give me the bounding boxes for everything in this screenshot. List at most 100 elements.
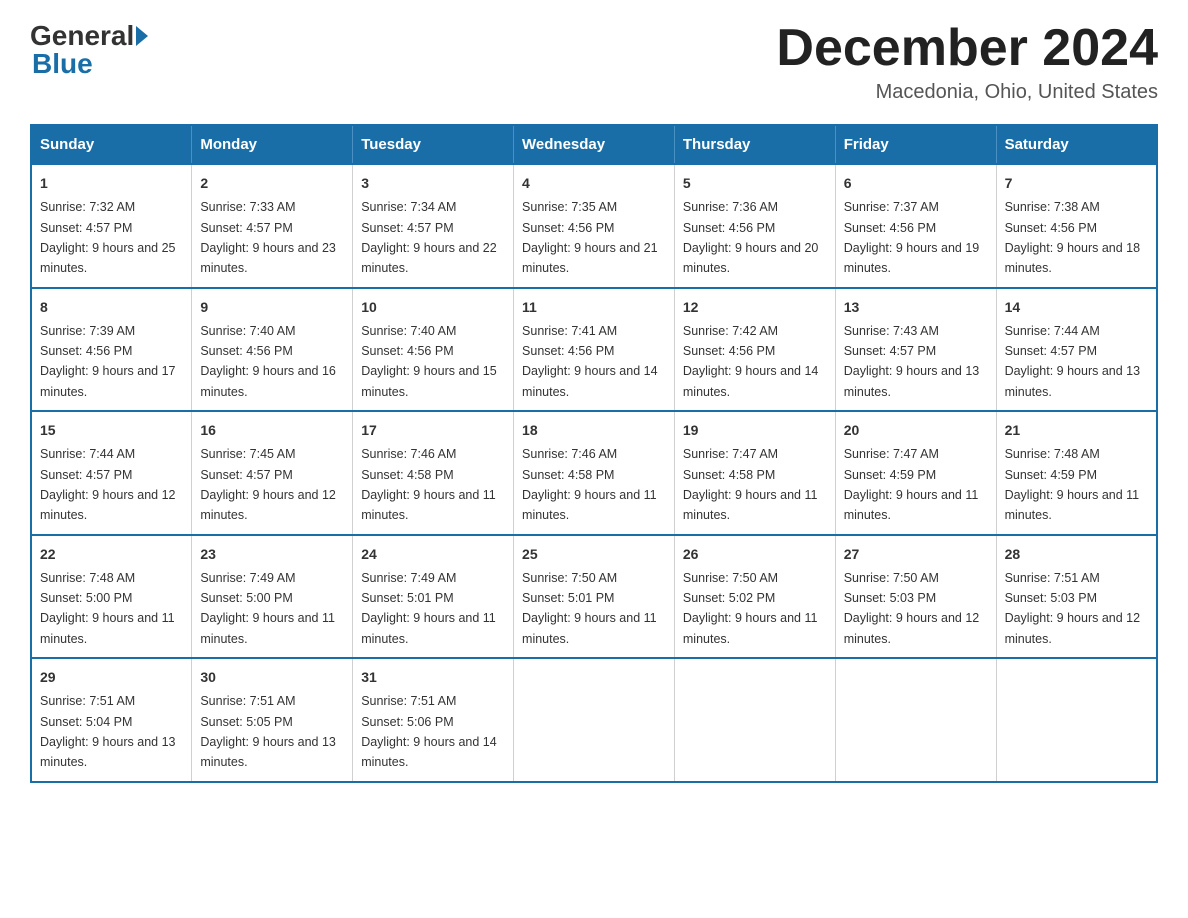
- day-number: 10: [361, 297, 505, 318]
- day-number: 3: [361, 173, 505, 194]
- day-info: Sunrise: 7:44 AMSunset: 4:57 PMDaylight:…: [1005, 324, 1141, 399]
- day-number: 18: [522, 420, 666, 441]
- calendar-week-row: 1 Sunrise: 7:32 AMSunset: 4:57 PMDayligh…: [31, 164, 1157, 288]
- day-number: 24: [361, 544, 505, 565]
- calendar-cell: 31 Sunrise: 7:51 AMSunset: 5:06 PMDaylig…: [353, 658, 514, 782]
- day-number: 16: [200, 420, 344, 441]
- calendar-cell: 7 Sunrise: 7:38 AMSunset: 4:56 PMDayligh…: [996, 164, 1157, 288]
- day-info: Sunrise: 7:40 AMSunset: 4:56 PMDaylight:…: [200, 324, 336, 399]
- weekday-header-wednesday: Wednesday: [514, 125, 675, 164]
- logo-blue: Blue: [32, 48, 93, 80]
- weekday-header-tuesday: Tuesday: [353, 125, 514, 164]
- calendar-cell: 5 Sunrise: 7:36 AMSunset: 4:56 PMDayligh…: [674, 164, 835, 288]
- calendar-cell: 12 Sunrise: 7:42 AMSunset: 4:56 PMDaylig…: [674, 288, 835, 412]
- day-number: 25: [522, 544, 666, 565]
- calendar-cell: 23 Sunrise: 7:49 AMSunset: 5:00 PMDaylig…: [192, 535, 353, 659]
- calendar-cell: 15 Sunrise: 7:44 AMSunset: 4:57 PMDaylig…: [31, 411, 192, 535]
- calendar-cell: 28 Sunrise: 7:51 AMSunset: 5:03 PMDaylig…: [996, 535, 1157, 659]
- day-info: Sunrise: 7:47 AMSunset: 4:58 PMDaylight:…: [683, 447, 818, 522]
- calendar-cell: 29 Sunrise: 7:51 AMSunset: 5:04 PMDaylig…: [31, 658, 192, 782]
- day-info: Sunrise: 7:33 AMSunset: 4:57 PMDaylight:…: [200, 200, 336, 275]
- day-number: 1: [40, 173, 183, 194]
- day-info: Sunrise: 7:46 AMSunset: 4:58 PMDaylight:…: [361, 447, 496, 522]
- calendar-cell: 2 Sunrise: 7:33 AMSunset: 4:57 PMDayligh…: [192, 164, 353, 288]
- logo-arrow-icon: [136, 26, 148, 46]
- day-info: Sunrise: 7:42 AMSunset: 4:56 PMDaylight:…: [683, 324, 819, 399]
- title-section: December 2024 Macedonia, Ohio, United St…: [776, 20, 1158, 104]
- day-info: Sunrise: 7:49 AMSunset: 5:00 PMDaylight:…: [200, 571, 335, 646]
- day-info: Sunrise: 7:38 AMSunset: 4:56 PMDaylight:…: [1005, 200, 1141, 275]
- calendar-cell: 30 Sunrise: 7:51 AMSunset: 5:05 PMDaylig…: [192, 658, 353, 782]
- calendar-cell: [835, 658, 996, 782]
- day-number: 4: [522, 173, 666, 194]
- location-subtitle: Macedonia, Ohio, United States: [776, 81, 1158, 104]
- calendar-cell: [674, 658, 835, 782]
- calendar-cell: 10 Sunrise: 7:40 AMSunset: 4:56 PMDaylig…: [353, 288, 514, 412]
- calendar-week-row: 8 Sunrise: 7:39 AMSunset: 4:56 PMDayligh…: [31, 288, 1157, 412]
- calendar-cell: [514, 658, 675, 782]
- day-info: Sunrise: 7:36 AMSunset: 4:56 PMDaylight:…: [683, 200, 819, 275]
- day-number: 7: [1005, 173, 1148, 194]
- day-info: Sunrise: 7:51 AMSunset: 5:05 PMDaylight:…: [200, 694, 336, 769]
- day-number: 22: [40, 544, 183, 565]
- calendar-cell: 14 Sunrise: 7:44 AMSunset: 4:57 PMDaylig…: [996, 288, 1157, 412]
- month-year-title: December 2024: [776, 20, 1158, 77]
- day-info: Sunrise: 7:50 AMSunset: 5:03 PMDaylight:…: [844, 571, 980, 646]
- weekday-header-thursday: Thursday: [674, 125, 835, 164]
- calendar-cell: 19 Sunrise: 7:47 AMSunset: 4:58 PMDaylig…: [674, 411, 835, 535]
- calendar-cell: 16 Sunrise: 7:45 AMSunset: 4:57 PMDaylig…: [192, 411, 353, 535]
- day-number: 27: [844, 544, 988, 565]
- day-info: Sunrise: 7:46 AMSunset: 4:58 PMDaylight:…: [522, 447, 657, 522]
- calendar-week-row: 29 Sunrise: 7:51 AMSunset: 5:04 PMDaylig…: [31, 658, 1157, 782]
- day-number: 30: [200, 667, 344, 688]
- calendar-cell: 18 Sunrise: 7:46 AMSunset: 4:58 PMDaylig…: [514, 411, 675, 535]
- day-info: Sunrise: 7:34 AMSunset: 4:57 PMDaylight:…: [361, 200, 497, 275]
- day-number: 9: [200, 297, 344, 318]
- calendar-cell: [996, 658, 1157, 782]
- day-number: 29: [40, 667, 183, 688]
- calendar-cell: 22 Sunrise: 7:48 AMSunset: 5:00 PMDaylig…: [31, 535, 192, 659]
- day-number: 21: [1005, 420, 1148, 441]
- day-info: Sunrise: 7:45 AMSunset: 4:57 PMDaylight:…: [200, 447, 336, 522]
- calendar-cell: 24 Sunrise: 7:49 AMSunset: 5:01 PMDaylig…: [353, 535, 514, 659]
- day-info: Sunrise: 7:48 AMSunset: 4:59 PMDaylight:…: [1005, 447, 1140, 522]
- calendar-cell: 25 Sunrise: 7:50 AMSunset: 5:01 PMDaylig…: [514, 535, 675, 659]
- day-number: 23: [200, 544, 344, 565]
- day-info: Sunrise: 7:44 AMSunset: 4:57 PMDaylight:…: [40, 447, 176, 522]
- day-info: Sunrise: 7:47 AMSunset: 4:59 PMDaylight:…: [844, 447, 979, 522]
- day-info: Sunrise: 7:51 AMSunset: 5:03 PMDaylight:…: [1005, 571, 1141, 646]
- day-number: 2: [200, 173, 344, 194]
- day-number: 26: [683, 544, 827, 565]
- calendar-cell: 21 Sunrise: 7:48 AMSunset: 4:59 PMDaylig…: [996, 411, 1157, 535]
- day-number: 17: [361, 420, 505, 441]
- calendar-cell: 13 Sunrise: 7:43 AMSunset: 4:57 PMDaylig…: [835, 288, 996, 412]
- day-info: Sunrise: 7:43 AMSunset: 4:57 PMDaylight:…: [844, 324, 980, 399]
- weekday-header-row: SundayMondayTuesdayWednesdayThursdayFrid…: [31, 125, 1157, 164]
- day-info: Sunrise: 7:51 AMSunset: 5:06 PMDaylight:…: [361, 694, 497, 769]
- weekday-header-saturday: Saturday: [996, 125, 1157, 164]
- day-number: 11: [522, 297, 666, 318]
- calendar-cell: 26 Sunrise: 7:50 AMSunset: 5:02 PMDaylig…: [674, 535, 835, 659]
- day-number: 14: [1005, 297, 1148, 318]
- calendar-table: SundayMondayTuesdayWednesdayThursdayFrid…: [30, 124, 1158, 783]
- day-number: 20: [844, 420, 988, 441]
- day-number: 28: [1005, 544, 1148, 565]
- day-number: 13: [844, 297, 988, 318]
- day-info: Sunrise: 7:39 AMSunset: 4:56 PMDaylight:…: [40, 324, 176, 399]
- calendar-cell: 1 Sunrise: 7:32 AMSunset: 4:57 PMDayligh…: [31, 164, 192, 288]
- calendar-cell: 8 Sunrise: 7:39 AMSunset: 4:56 PMDayligh…: [31, 288, 192, 412]
- calendar-cell: 11 Sunrise: 7:41 AMSunset: 4:56 PMDaylig…: [514, 288, 675, 412]
- calendar-cell: 17 Sunrise: 7:46 AMSunset: 4:58 PMDaylig…: [353, 411, 514, 535]
- calendar-cell: 27 Sunrise: 7:50 AMSunset: 5:03 PMDaylig…: [835, 535, 996, 659]
- calendar-cell: 20 Sunrise: 7:47 AMSunset: 4:59 PMDaylig…: [835, 411, 996, 535]
- day-info: Sunrise: 7:48 AMSunset: 5:00 PMDaylight:…: [40, 571, 175, 646]
- day-number: 6: [844, 173, 988, 194]
- day-number: 19: [683, 420, 827, 441]
- weekday-header-friday: Friday: [835, 125, 996, 164]
- day-number: 5: [683, 173, 827, 194]
- calendar-cell: 9 Sunrise: 7:40 AMSunset: 4:56 PMDayligh…: [192, 288, 353, 412]
- logo: General Blue: [30, 20, 148, 80]
- calendar-cell: 3 Sunrise: 7:34 AMSunset: 4:57 PMDayligh…: [353, 164, 514, 288]
- weekday-header-monday: Monday: [192, 125, 353, 164]
- day-number: 31: [361, 667, 505, 688]
